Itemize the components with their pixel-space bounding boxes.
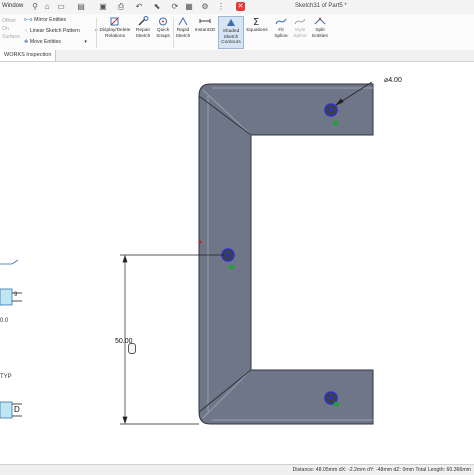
style-spline-icon — [294, 18, 306, 25]
side-label-9: 9 — [14, 292, 18, 298]
svg-text:Σ: Σ — [253, 17, 259, 27]
sketch-ribbon: Offset On Surface ⊳⊲ Mirror Entities ⁘ L… — [0, 14, 474, 51]
mirror-entities-button[interactable]: ⊳⊲ Mirror Entities — [24, 17, 66, 23]
offset-label-1: Offset — [2, 18, 16, 24]
rapid-sketch-label: Rapid Sketch — [175, 28, 191, 39]
tab-inspection[interactable]: WORKS Inspection — [0, 50, 57, 61]
sigma-icon: Σ — [253, 17, 259, 27]
offset-label-3: Surface — [2, 34, 20, 40]
shaded-sketch-contours-label: Shaded Sketch Contours — [221, 29, 241, 46]
home-icon[interactable]: ⌂ — [42, 2, 52, 12]
chevron-down-icon[interactable]: ▾ — [84, 39, 87, 45]
side-label-typ: TYP — [0, 374, 12, 380]
side-label-d: D — [14, 405, 20, 414]
repair-sketch-label: Repair Sketch — [135, 28, 151, 39]
equations-button[interactable]: Σ Equations — [244, 16, 270, 34]
fit-spline-button[interactable]: Fit Spline — [272, 16, 290, 39]
mirror-icon: ⊳⊲ — [24, 17, 33, 23]
open-icon[interactable]: ▤ — [76, 2, 86, 12]
fit-spline-label: Fit Spline — [274, 28, 288, 39]
quick-snaps-icon — [159, 17, 167, 26]
file-properties-icon[interactable]: ▦ — [184, 2, 194, 12]
undo-icon[interactable]: ↶ — [134, 2, 144, 12]
instant2d-icon — [199, 19, 211, 23]
options-icon[interactable]: ⚙ — [200, 2, 210, 12]
measure-status-text: Distance: 48.05mm dX: -2.2mm dY: -48mm d… — [292, 467, 471, 473]
equations-label: Equations — [246, 28, 268, 33]
diameter-dimension-label[interactable]: ⌀4.00 — [384, 76, 402, 84]
relation-marker-icon[interactable] — [229, 265, 234, 269]
window-title: Sketch31 of Part5 * — [295, 3, 347, 9]
shaded-sketch-contours-button[interactable]: Shaded Sketch Contours — [218, 16, 244, 49]
status-bar: Distance: 48.05mm dX: -2.2mm dY: -48mm d… — [0, 464, 474, 475]
repair-sketch-button[interactable]: Repair Sketch — [134, 16, 152, 39]
command-manager-tabs: WORKS Inspection — [0, 50, 474, 62]
quick-snaps-label: Quick Snaps — [156, 28, 170, 39]
options-dropdown-icon[interactable]: ⋮ — [216, 2, 226, 12]
origin-marker — [198, 240, 202, 244]
close-icon[interactable]: ✕ — [236, 2, 245, 11]
linear-sketch-pattern-label: Linear Sketch Pattern — [29, 28, 80, 34]
mouse-cursor-icon — [128, 343, 136, 354]
offset-label-2: On — [2, 26, 9, 32]
left-detail-view — [0, 259, 22, 419]
move-icon: ✥ — [24, 39, 29, 45]
style-spline-button[interactable]: Style Spline — [291, 16, 309, 39]
graphics-area[interactable]: ⌀4.00 50.00 9 0.0 TYP D — [0, 62, 474, 464]
move-entities-button[interactable]: ✥ Move Entities ▾ — [24, 39, 87, 45]
save-icon[interactable]: ▣ — [98, 2, 108, 12]
rebuild-icon[interactable]: ⟳ — [170, 2, 180, 12]
ribbon-divider — [96, 18, 97, 48]
instant2d-label: Instant2D — [194, 28, 216, 33]
title-bar: Window ⚲ ⌂ ▭ ▤ ▣ ⎙ ↶ ⬉ ⟳ ▦ ⚙ ⋮ ✕ Sketch3… — [0, 0, 474, 15]
instant2d-button[interactable]: Instant2D — [194, 16, 216, 34]
select-icon[interactable]: ⬉ — [152, 2, 162, 12]
style-spline-label: Style Spline — [293, 28, 307, 39]
split-entities-label: Split Entities — [312, 28, 328, 39]
rapid-sketch-button[interactable]: Rapid Sketch — [174, 16, 192, 39]
pin-icon[interactable]: ⚲ — [30, 2, 40, 12]
new-file-icon[interactable]: ▭ — [56, 2, 66, 12]
relation-marker-icon[interactable] — [333, 121, 338, 125]
sketch-viewport[interactable] — [0, 62, 474, 464]
display-delete-relations-label: Display/Delete Relations — [99, 28, 131, 39]
menu-window[interactable]: Window — [2, 3, 23, 9]
print-icon[interactable]: ⎙ — [116, 2, 126, 12]
split-entities-icon — [314, 17, 326, 25]
mirror-entities-label: Mirror Entities — [34, 17, 67, 23]
linear-pattern-icon: ⁘ — [24, 28, 29, 34]
rapid-sketch-icon — [178, 16, 188, 26]
display-delete-relations-button[interactable]: Display/Delete Relations — [98, 16, 132, 39]
move-entities-label: Move Entities — [29, 39, 61, 45]
side-label-0: 0.0 — [0, 318, 9, 324]
shaded-contours-icon — [227, 19, 235, 26]
fit-spline-icon — [275, 18, 287, 25]
repair-sketch-icon — [138, 16, 149, 26]
split-entities-button[interactable]: Split Entities — [310, 16, 330, 39]
quick-snaps-button[interactable]: Quick Snaps — [155, 16, 171, 39]
relation-marker-icon[interactable] — [334, 402, 339, 406]
hole-top[interactable] — [324, 103, 338, 117]
relations-icon — [110, 17, 119, 26]
linear-sketch-pattern-button[interactable]: ⁘ Linear Sketch Pattern ▾ — [24, 28, 98, 34]
